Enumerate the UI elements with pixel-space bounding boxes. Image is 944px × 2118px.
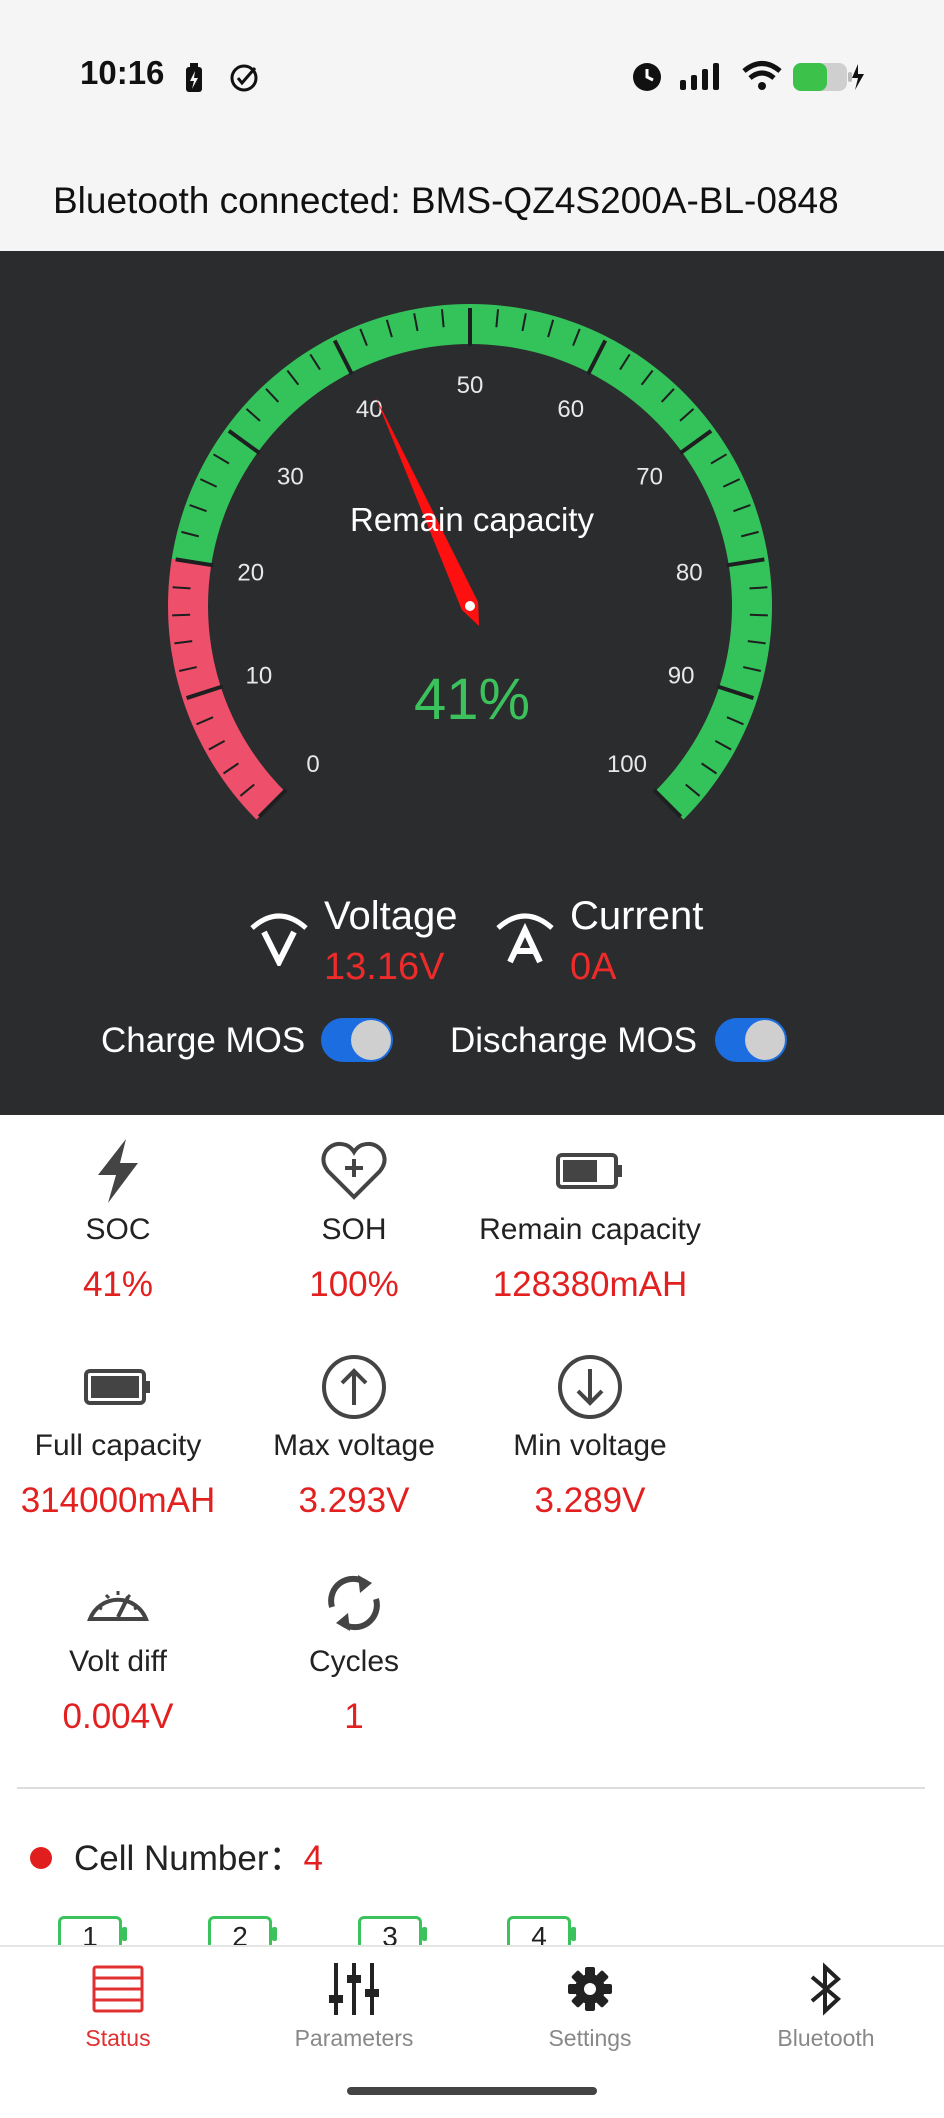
stat-min-voltage: Min voltage 3.289V bbox=[472, 1351, 708, 1521]
gauge-tick bbox=[749, 613, 768, 617]
discharge-mos-label: Discharge MOS bbox=[450, 1021, 698, 1060]
stat-value: 41% bbox=[82, 1265, 154, 1304]
nav-label: Parameters bbox=[294, 2025, 414, 2051]
current-icon bbox=[496, 913, 554, 964]
voltage-icon bbox=[250, 913, 308, 966]
nav-bluetooth[interactable]: Bluetooth bbox=[708, 1959, 944, 2052]
voltage-label: Voltage bbox=[324, 894, 458, 938]
stat-value: 1 bbox=[344, 1697, 364, 1736]
gauge-tick-label: 60 bbox=[557, 396, 584, 423]
nav-parameters[interactable]: Parameters bbox=[236, 1959, 472, 2052]
stat-soh: SOH 100% bbox=[236, 1135, 472, 1305]
stat-name: Min voltage bbox=[513, 1429, 667, 1462]
home-indicator bbox=[347, 2087, 597, 2095]
gear-icon bbox=[568, 1967, 612, 2011]
gauge-tick-label: 20 bbox=[237, 559, 264, 586]
gauge-tick-label: 100 bbox=[607, 751, 647, 778]
cell-number-label: Cell Number： bbox=[74, 1839, 304, 1878]
stat-soc: SOC 41% bbox=[0, 1135, 236, 1305]
cell-item: 3 bbox=[358, 1916, 427, 1952]
stat-value: 3.289V bbox=[534, 1481, 646, 1520]
battery-icon bbox=[556, 1153, 622, 1189]
current-label: Current bbox=[570, 894, 704, 938]
stat-name: Cycles bbox=[308, 1645, 399, 1678]
gauge-value: 41% bbox=[413, 667, 531, 732]
gauge-tick-label: 70 bbox=[636, 464, 663, 491]
cell-number-value: 4 bbox=[303, 1839, 323, 1878]
cell-number-row: Cell Number：4 bbox=[30, 1830, 323, 1881]
arrow-down-circle-icon bbox=[558, 1355, 622, 1419]
gauge-panel: 0 10 20 30 40 50 60 70 80 90 100 Remain capacity 4… bbox=[0, 251, 944, 1115]
refresh-icon bbox=[328, 1575, 380, 1631]
nav-label: Status bbox=[85, 2025, 151, 2051]
voltage-value: 13.16V bbox=[324, 946, 445, 988]
heart-plus-icon bbox=[321, 1141, 387, 1200]
current-value: 0A bbox=[570, 946, 617, 988]
sliders-icon bbox=[329, 1963, 379, 2015]
stat-value: 314000mAH bbox=[20, 1481, 216, 1520]
stat-cycles: Cycles 1 bbox=[236, 1567, 472, 1737]
gauge-tick bbox=[749, 586, 768, 590]
red-dot-icon bbox=[30, 1846, 52, 1869]
status-list-icon bbox=[92, 1965, 144, 2013]
gauge-tick-label: 50 bbox=[457, 372, 484, 399]
gauge-title: Remain capacity bbox=[350, 501, 594, 538]
gauge-tick-label: 40 bbox=[356, 396, 383, 423]
discharge-mos-toggle[interactable] bbox=[715, 1018, 787, 1062]
stat-max-voltage: Max voltage 3.293V bbox=[236, 1351, 472, 1521]
stat-name: Full capacity bbox=[34, 1429, 202, 1462]
stat-volt-diff: Volt diff 0.004V bbox=[0, 1567, 236, 1737]
charge-mos-toggle[interactable] bbox=[321, 1018, 393, 1062]
connection-bar: Bluetooth connected: BMS-QZ4S200A-BL-084… bbox=[0, 150, 944, 251]
stat-value: 128380mAH bbox=[492, 1265, 688, 1304]
nav-status[interactable]: Status bbox=[0, 1959, 236, 2052]
stat-name: Remain capacity bbox=[479, 1213, 701, 1246]
check-circle-icon bbox=[230, 64, 258, 92]
gauge-tick bbox=[172, 586, 191, 590]
battery-charging-icon bbox=[793, 63, 864, 91]
stat-name: Max voltage bbox=[273, 1429, 435, 1462]
stat-value: 100% bbox=[309, 1265, 399, 1304]
battery-saver-icon bbox=[186, 63, 202, 92]
stat-value: 3.293V bbox=[298, 1481, 410, 1520]
lightning-icon bbox=[98, 1139, 138, 1203]
battery-full-icon bbox=[84, 1369, 150, 1405]
speedometer-icon bbox=[87, 1591, 149, 1621]
clock-time: 10:16 bbox=[80, 54, 165, 91]
wifi-icon bbox=[742, 61, 782, 90]
gauge-tick-label: 0 bbox=[306, 751, 319, 778]
gauge-needle-hub bbox=[465, 601, 475, 611]
section-divider bbox=[17, 1787, 925, 1789]
nav-settings[interactable]: Settings bbox=[472, 1959, 708, 2052]
bluetooth-icon bbox=[810, 1962, 842, 2016]
stat-remain-capacity: Remain capacity 128380mAH bbox=[472, 1135, 708, 1305]
stat-name: SOH bbox=[321, 1213, 387, 1246]
gauge-tick bbox=[172, 613, 191, 617]
charge-mos-label: Charge MOS bbox=[101, 1021, 306, 1060]
stat-name: SOC bbox=[85, 1213, 151, 1246]
gauge-tick-label: 30 bbox=[277, 464, 304, 491]
alarm-icon bbox=[633, 63, 661, 91]
status-bar: 10:16 bbox=[0, 0, 944, 150]
cell-item: 4 bbox=[507, 1916, 576, 1952]
cell-item: 2 bbox=[208, 1916, 277, 1952]
arrow-up-circle-icon bbox=[322, 1355, 386, 1419]
stat-full-capacity: Full capacity 314000mAH bbox=[0, 1351, 236, 1521]
cell-item: 1 bbox=[58, 1916, 127, 1952]
stat-value: 0.004V bbox=[62, 1697, 174, 1736]
signal-icon bbox=[680, 63, 719, 90]
nav-label: Settings bbox=[548, 2025, 632, 2051]
gauge-tick-label: 80 bbox=[676, 559, 703, 586]
connection-status-text: Bluetooth connected: BMS-QZ4S200A-BL-084… bbox=[53, 180, 839, 221]
stat-name: Volt diff bbox=[69, 1645, 167, 1678]
nav-label: Bluetooth bbox=[777, 2025, 875, 2051]
capacity-gauge: 0102030405060708090100 bbox=[168, 304, 772, 820]
